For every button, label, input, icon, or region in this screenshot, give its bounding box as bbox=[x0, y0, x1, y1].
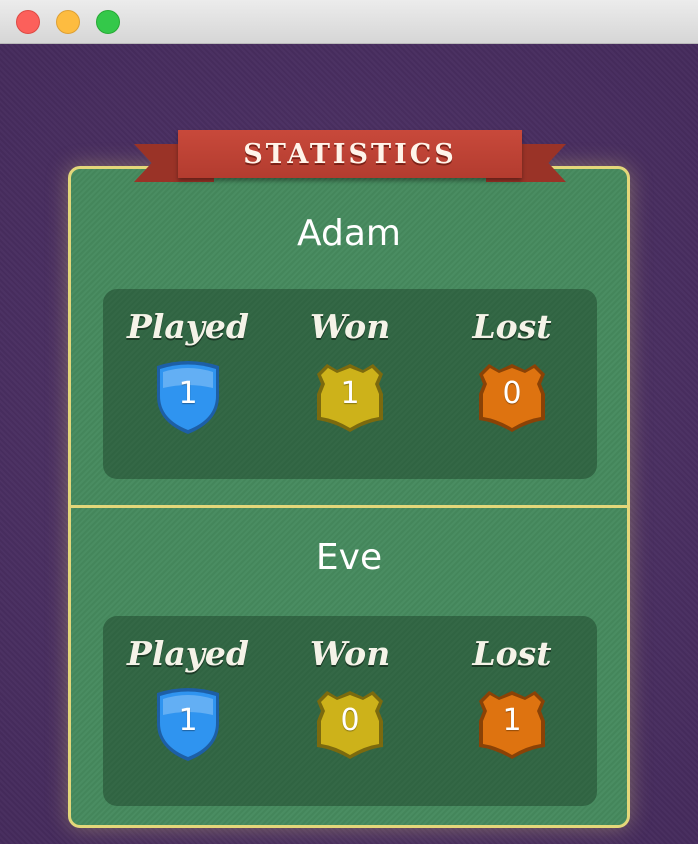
won-count: 0 bbox=[340, 703, 360, 738]
stat-label-won: Won bbox=[309, 634, 391, 673]
played-count: 1 bbox=[178, 703, 198, 738]
won-count: 1 bbox=[340, 376, 360, 411]
player-name: Eve bbox=[315, 537, 383, 578]
crest-badge-icon: 1 bbox=[313, 360, 387, 436]
shield-badge-icon: 1 bbox=[151, 360, 225, 436]
statistics-board: Adam Played 1 Won 1 Lost 0 Eve Played 1 … bbox=[68, 166, 630, 828]
stat-played: Played 1 bbox=[108, 630, 268, 790]
played-count: 1 bbox=[178, 376, 198, 411]
crest-badge-icon: 0 bbox=[313, 687, 387, 763]
ribbon-band: STATISTICS bbox=[178, 130, 522, 178]
lost-count: 1 bbox=[502, 703, 522, 738]
stat-lost: Lost 0 bbox=[432, 303, 592, 463]
stat-lost: Lost 1 bbox=[432, 630, 592, 790]
stat-won: Won 1 bbox=[270, 303, 430, 463]
stat-won: Won 0 bbox=[270, 630, 430, 790]
stat-label-played: Played bbox=[127, 307, 249, 346]
title-bar bbox=[0, 0, 698, 44]
stat-label-won: Won bbox=[309, 307, 391, 346]
statistics-banner: STATISTICS bbox=[134, 130, 566, 192]
shield-badge-icon: 1 bbox=[151, 687, 225, 763]
stat-played: Played 1 bbox=[108, 303, 268, 463]
stat-label-played: Played bbox=[127, 634, 249, 673]
stat-label-lost: Lost bbox=[472, 634, 552, 673]
stat-label-lost: Lost bbox=[472, 307, 552, 346]
game-background: Adam Played 1 Won 1 Lost 0 Eve Played 1 … bbox=[0, 44, 698, 844]
banner-title: STATISTICS bbox=[243, 138, 457, 170]
stats-panel: Played 1 Won bbox=[103, 616, 597, 806]
crest-badge-icon: 0 bbox=[475, 360, 549, 436]
close-window-button[interactable] bbox=[16, 10, 40, 34]
app-window: Adam Played 1 Won 1 Lost 0 Eve Played 1 … bbox=[0, 0, 698, 844]
player-name: Adam bbox=[297, 213, 401, 254]
maximize-window-button[interactable] bbox=[96, 10, 120, 34]
section-divider bbox=[71, 505, 627, 508]
stats-panel: Played 1 Won bbox=[103, 289, 597, 479]
minimize-window-button[interactable] bbox=[56, 10, 80, 34]
crest-badge-icon: 1 bbox=[475, 687, 549, 763]
lost-count: 0 bbox=[502, 376, 522, 411]
